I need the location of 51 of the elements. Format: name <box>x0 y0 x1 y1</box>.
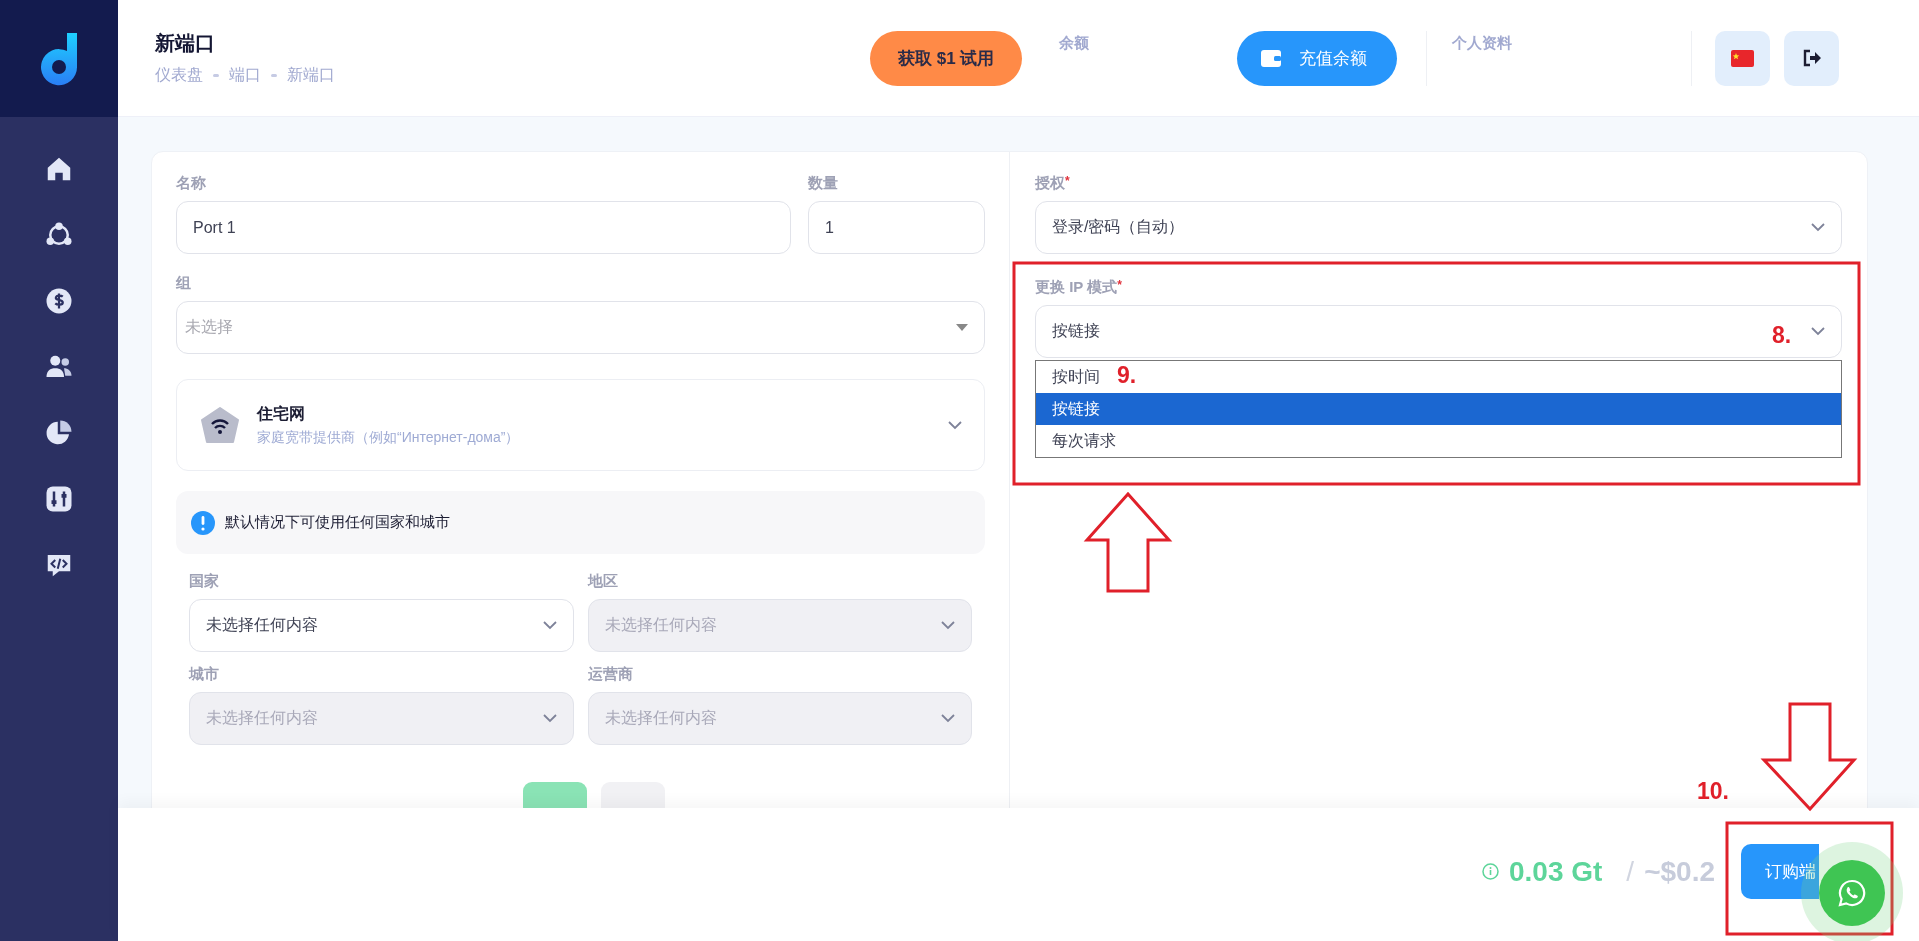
page-title: 新端口 <box>155 31 216 56</box>
field-label: 地区 <box>587 572 619 591</box>
dropdown-option[interactable]: 每次请求 <box>1052 430 1116 452</box>
proxy-type-title: 住宅网 <box>257 403 306 424</box>
chevron-down-icon <box>941 714 955 723</box>
info-icon <box>191 510 215 535</box>
field-label: 更换 IP 模式* <box>1035 278 1123 297</box>
info-icon <box>1481 863 1499 880</box>
language-button[interactable] <box>1715 30 1771 86</box>
chevron-down-icon <box>948 420 962 430</box>
logout-button[interactable] <box>1784 30 1840 86</box>
chevron-down-icon <box>941 621 955 630</box>
dollar-icon[interactable] <box>44 286 74 316</box>
chevron-down-icon <box>542 621 557 630</box>
auth-select[interactable]: 登录/密码（自动） <box>1035 201 1842 254</box>
logout-icon <box>1801 49 1822 67</box>
logo-icon <box>39 30 79 87</box>
info-text: 默认情况下可使用任何国家和城市 <box>225 513 450 532</box>
phone-bubble-icon <box>1837 878 1867 908</box>
sliders-icon[interactable] <box>44 484 74 514</box>
chevron-down-icon <box>542 714 557 723</box>
field-label: 名称 <box>176 174 207 193</box>
chevron-down-icon <box>1811 327 1825 336</box>
field-label: 授权* <box>1035 174 1071 193</box>
dropdown-option[interactable]: 按时间 <box>1052 366 1100 388</box>
field-label: 运营商 <box>587 665 634 684</box>
flag-icon <box>1731 49 1755 67</box>
field-label: 城市 <box>189 665 220 684</box>
order-button[interactable]: 订购端 <box>1741 844 1819 899</box>
wallet-icon <box>1261 49 1282 67</box>
price-usd: ~$0.2 <box>1644 855 1715 888</box>
annotation-label: 8. <box>1772 322 1792 349</box>
field-label: 数量 <box>808 174 839 193</box>
proxy-type-card[interactable]: 住宅网 家庭宽带提供商（例如“Интернет-дома”） <box>176 379 985 471</box>
topup-button[interactable]: 充值余额 <box>1237 30 1398 86</box>
field-label: 国家 <box>189 572 220 591</box>
name-input[interactable]: Port 1 <box>176 201 791 254</box>
chevron-down-icon <box>1811 223 1825 232</box>
caret-icon <box>956 324 968 331</box>
proxy-type-subtitle: 家庭宽带提供商（例如“Интернет-дома”） <box>257 428 521 447</box>
wifi-icon <box>201 407 239 443</box>
dropdown-option[interactable]: 按链接 <box>1036 393 1841 425</box>
price-separator: / <box>1626 855 1635 888</box>
location-select[interactable]: 未选择任何内容 <box>189 599 574 652</box>
balance-label: 余额 <box>1059 34 1091 53</box>
field-label: 组 <box>176 274 192 293</box>
price-amount: 0.03 Gt <box>1508 855 1603 888</box>
trial-button[interactable]: 获取 $1 试用 <box>870 30 1023 86</box>
annotation-label: 10. <box>1697 778 1729 805</box>
quantity-input[interactable]: 1 <box>808 201 985 254</box>
annotation-label: 9. <box>1117 362 1137 389</box>
